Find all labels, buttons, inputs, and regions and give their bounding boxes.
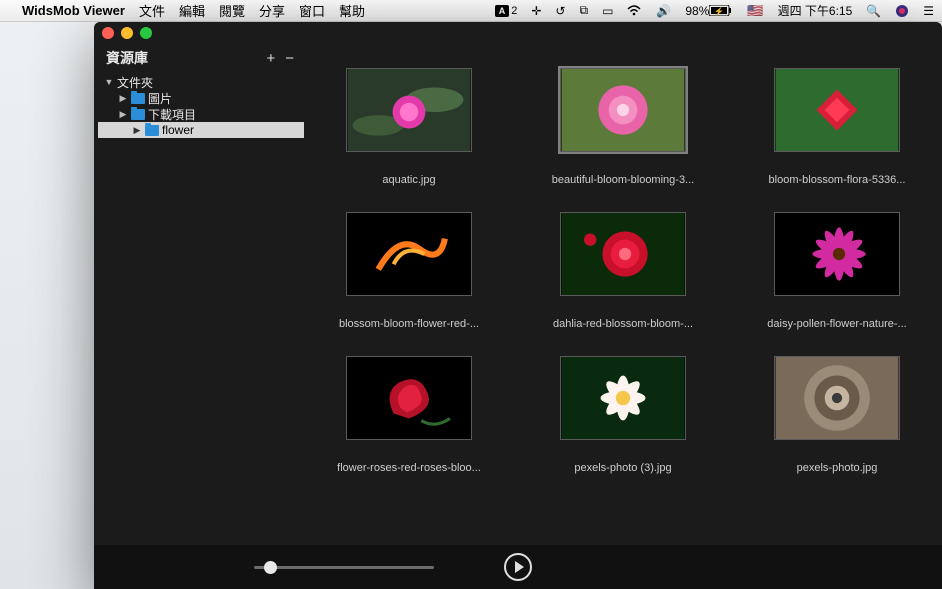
menu-view[interactable]: 閱覽 [219, 1, 245, 20]
thumbnail-item[interactable]: daisy-pollen-flower-nature-... [752, 212, 922, 330]
thumbnail-caption: pexels-photo.jpg [797, 462, 878, 474]
spotlight-icon[interactable]: 🔍 [866, 4, 881, 18]
folder-icon [131, 109, 145, 120]
thumbnail-item[interactable]: bloom-blossom-flora-5336... [752, 68, 922, 186]
disclosure-right-icon: ▶ [118, 93, 128, 104]
thumbnail-caption: flower-roses-red-roses-bloo... [337, 462, 481, 474]
disclosure-down-icon: ▼ [104, 77, 114, 87]
thumbnail-caption: beautiful-bloom-blooming-3... [552, 174, 694, 186]
thumbnail-caption: bloom-blossom-flora-5336... [769, 174, 906, 186]
thumbnail-item[interactable]: aquatic.jpg [324, 68, 494, 186]
thumbnail-caption: pexels-photo (3).jpg [574, 462, 671, 474]
window-close-button[interactable] [102, 27, 114, 39]
timemachine-icon[interactable]: ↺ [555, 4, 565, 18]
tree-root[interactable]: ▼ 文件夾 [98, 74, 304, 90]
thumbnail-item[interactable]: pexels-photo (3).jpg [538, 356, 708, 474]
thumbnail-item[interactable]: flower-roses-red-roses-bloo... [324, 356, 494, 474]
menu-help[interactable]: 幫助 [339, 1, 365, 20]
clock[interactable]: 週四 下午6:15 [778, 2, 853, 19]
thumbnail-item[interactable]: dahlia-red-blossom-bloom-... [538, 212, 708, 330]
folder-tree: ▼ 文件夾 ▶ 圖片 ▶ 下載項目 ▶ flower [94, 74, 304, 138]
window-minimize-button[interactable] [121, 27, 133, 39]
app-menu[interactable]: WidsMob Viewer [22, 3, 125, 18]
menu-window[interactable]: 窗口 [299, 1, 325, 20]
library-add-button[interactable]: + [266, 50, 275, 67]
library-title: 資源庫 [106, 48, 148, 68]
tree-root-label: 文件夾 [117, 74, 153, 91]
svg-text:⚡: ⚡ [714, 6, 724, 16]
crosshair-icon[interactable]: ✛ [531, 4, 541, 18]
thumbnail-item[interactable]: blossom-bloom-flower-red-... [324, 212, 494, 330]
footer-toolbar [94, 545, 942, 589]
svg-text:A: A [499, 6, 506, 16]
folder-icon [145, 125, 159, 136]
volume-icon[interactable]: 🔊 [656, 4, 671, 18]
tree-item-label: 圖片 [148, 90, 172, 107]
thumbnail-caption: daisy-pollen-flower-nature-... [767, 318, 906, 330]
app-window: 資源庫 + − ▼ 文件夾 ▶ 圖片 ▶ [94, 22, 942, 589]
tree-item-flower[interactable]: ▶ flower [98, 122, 304, 138]
notification-center-icon[interactable]: ☰ [923, 4, 934, 18]
bluetooth-icon[interactable]: ⧉ [579, 3, 588, 18]
menubar: WidsMob Viewer 文件 編輯 閱覽 分享 窗口 幫助 A2 ✛ ↺ … [0, 0, 942, 22]
input-source-flag[interactable]: 🇺🇸 [747, 3, 763, 19]
thumbnail-item[interactable]: beautiful-bloom-blooming-3... [538, 68, 708, 186]
adobe-status-icon[interactable]: A2 [495, 5, 517, 17]
titlebar [94, 22, 942, 44]
thumbnail-caption: blossom-bloom-flower-red-... [339, 318, 479, 330]
menu-share[interactable]: 分享 [259, 1, 285, 20]
disclosure-right-icon: ▶ [118, 109, 128, 120]
library-remove-button[interactable]: − [285, 50, 294, 67]
zoom-slider[interactable] [254, 557, 434, 577]
slideshow-play-button[interactable] [504, 553, 532, 581]
wifi-icon[interactable] [627, 5, 642, 16]
battery-status[interactable]: 98% ⚡ [685, 4, 733, 18]
slider-knob[interactable] [264, 561, 277, 574]
tree-item-pictures[interactable]: ▶ 圖片 [98, 90, 304, 106]
thumbnail-caption: dahlia-red-blossom-bloom-... [553, 318, 693, 330]
menu-edit[interactable]: 編輯 [179, 1, 205, 20]
window-zoom-button[interactable] [140, 27, 152, 39]
tree-item-label: 下載項目 [148, 106, 196, 123]
thumbnail-caption: aquatic.jpg [382, 174, 435, 186]
thumbnail-grid: aquatic.jpg beautiful-bloom-blooming-3..… [304, 44, 942, 545]
thumbnail-item[interactable]: pexels-photo.jpg [752, 356, 922, 474]
disclosure-right-icon: ▶ [132, 125, 142, 136]
sidebar: 資源庫 + − ▼ 文件夾 ▶ 圖片 ▶ [94, 44, 304, 545]
siri-icon[interactable] [895, 4, 909, 18]
menu-file[interactable]: 文件 [139, 1, 165, 20]
tree-item-label: flower [162, 123, 194, 137]
folder-icon [131, 93, 145, 104]
tree-item-downloads[interactable]: ▶ 下載項目 [98, 106, 304, 122]
display-icon[interactable]: ▭ [602, 4, 613, 18]
